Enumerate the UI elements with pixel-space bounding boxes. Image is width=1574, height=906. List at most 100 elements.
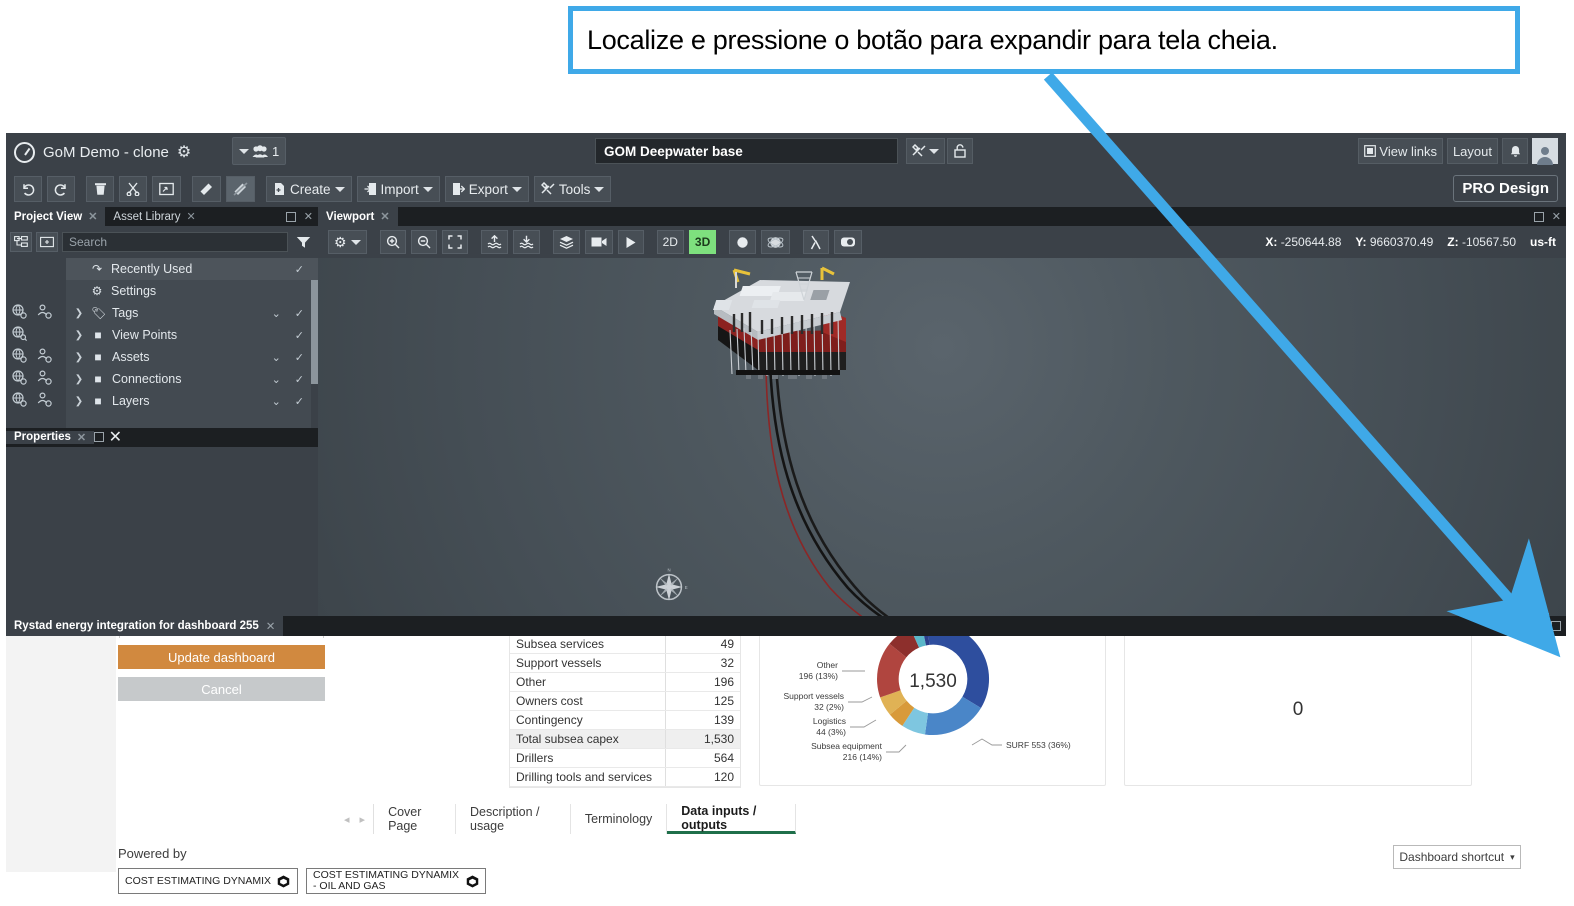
lambda-button[interactable] — [803, 230, 830, 254]
expand-all-icon[interactable]: ⌄ — [272, 351, 281, 364]
tree-structure-button[interactable] — [10, 232, 32, 252]
zoom-in-button[interactable] — [379, 230, 406, 254]
close-icon[interactable]: ✕ — [1552, 210, 1561, 223]
measure-button[interactable] — [192, 176, 221, 202]
viewport-settings-button[interactable]: ⚙ — [328, 230, 367, 254]
mode-2d-button[interactable]: 2D — [656, 230, 684, 254]
table-row[interactable]: Support vessels 32 — [510, 653, 740, 673]
close-icon[interactable]: ✕ — [380, 210, 389, 223]
close-icon[interactable]: ✕ — [109, 429, 122, 446]
globe-settings-icon[interactable] — [12, 347, 27, 363]
table-row[interactable]: Contingency 139 — [510, 710, 740, 730]
expand-all-icon[interactable]: ⌄ — [272, 307, 281, 320]
chevron-right-icon[interactable]: ❯ — [74, 308, 84, 319]
zoom-out-button[interactable] — [410, 230, 437, 254]
tab-viewport[interactable]: Viewport ✕ — [318, 207, 398, 226]
shading-xray-button[interactable] — [761, 230, 791, 254]
tree-item-tags[interactable]: ❯ 🏷 Tags ⌄ ✓ — [66, 302, 318, 324]
table-row[interactable]: Total subsea capex 1,530 — [510, 729, 740, 749]
chevron-right-icon[interactable]: ❯ — [74, 374, 84, 385]
sea-level-up-button[interactable] — [480, 230, 508, 254]
pro-design-badge[interactable]: PRO Design — [1453, 175, 1558, 202]
close-icon[interactable]: ✕ — [88, 210, 97, 223]
globe-settings-icon[interactable] — [12, 369, 27, 385]
tree-item-view-points[interactable]: ❯ ■ View Points ✓ — [66, 324, 318, 346]
lock-button[interactable] — [947, 138, 973, 164]
project-tools-button[interactable] — [906, 138, 945, 164]
restore-icon[interactable] — [1533, 211, 1544, 222]
table-row[interactable]: Stimulation20 — [510, 786, 740, 787]
paste-button[interactable] — [152, 176, 181, 202]
check-icon[interactable]: ✓ — [295, 307, 304, 320]
tab-project-view[interactable]: Project View ✕ — [6, 207, 106, 226]
table-row[interactable]: Drillers 564 — [510, 748, 740, 768]
chevron-right-icon[interactable]: ❯ — [74, 352, 84, 363]
collaborators-button[interactable]: 1 — [232, 137, 287, 165]
cancel-button[interactable]: Cancel — [118, 677, 325, 701]
update-dashboard-button[interactable]: Update dashboard — [118, 645, 325, 669]
filter-button[interactable] — [292, 232, 314, 252]
layers-button[interactable] — [552, 230, 580, 254]
globe-settings-icon[interactable] — [12, 303, 27, 319]
expand-all-icon[interactable]: ⌄ — [272, 373, 281, 386]
user-avatar-icon[interactable] — [1532, 138, 1558, 165]
maximize-button-highlight[interactable] — [1521, 613, 1549, 639]
tree-item-settings[interactable]: ⚙ Settings — [66, 280, 318, 302]
dashboard-shortcut-dropdown[interactable]: Dashboard shortcut ▾ — [1393, 845, 1521, 869]
mode-3d-button[interactable]: 3D — [688, 230, 717, 254]
view-links-button[interactable]: View links — [1358, 138, 1443, 164]
measure-off-button[interactable] — [226, 176, 255, 202]
person-settings-icon[interactable] — [37, 303, 52, 319]
check-icon[interactable]: ✓ — [295, 351, 304, 364]
tab-cover-page[interactable]: Cover Page — [374, 804, 457, 834]
tab-rystad-dashboard[interactable]: Rystad energy integration for dashboard … — [6, 616, 284, 636]
person-settings-icon[interactable] — [37, 369, 52, 385]
capsule-button[interactable] — [834, 230, 863, 254]
tree-item-layers[interactable]: ❯ ■ Layers ⌄ ✓ — [66, 390, 318, 412]
undo-button[interactable] — [14, 176, 42, 202]
project-name-field[interactable]: GOM Deepwater base — [595, 138, 898, 164]
next-arrow-icon[interactable]: ▸ — [360, 813, 366, 826]
redo-button[interactable] — [47, 176, 75, 202]
chevron-right-icon[interactable]: ❯ — [74, 330, 84, 341]
expand-all-icon[interactable]: ⌄ — [272, 395, 281, 408]
notifications-button[interactable] — [1502, 138, 1528, 164]
shading-solid-button[interactable] — [729, 230, 757, 254]
globe-search-icon[interactable] — [12, 325, 27, 341]
fit-screen-button[interactable] — [441, 230, 468, 254]
delete-button[interactable] — [86, 176, 114, 202]
check-icon[interactable]: ✓ — [295, 395, 304, 408]
tab-properties[interactable]: Properties ✕ — [6, 430, 95, 444]
add-folder-button[interactable] — [36, 232, 58, 252]
person-settings-icon[interactable] — [37, 391, 52, 407]
gear-icon[interactable]: ⚙ — [177, 142, 191, 162]
viewport-3d-scene[interactable]: N E — [318, 258, 1566, 616]
tree-item-assets[interactable]: ❯ ■ Assets ⌄ ✓ — [66, 346, 318, 368]
search-input[interactable]: Search — [62, 232, 288, 252]
sea-level-down-button[interactable] — [512, 230, 540, 254]
cut-button[interactable] — [119, 176, 147, 202]
tree-item-connections[interactable]: ❯ ■ Connections ⌄ ✓ — [66, 368, 318, 390]
globe-settings-icon[interactable] — [12, 391, 27, 407]
camera-button[interactable] — [584, 230, 613, 254]
create-button[interactable]: Create — [266, 176, 352, 202]
prev-arrow-icon[interactable]: ◂ — [344, 813, 350, 826]
play-button[interactable] — [617, 230, 644, 254]
tree-item-recently-used[interactable]: ↷ Recently Used ✓ — [66, 258, 318, 280]
chevron-right-icon[interactable]: ❯ — [74, 396, 84, 407]
compass-rose-icon[interactable]: N E — [648, 566, 690, 608]
tab-data-inputs-outputs[interactable]: Data inputs / outputs — [667, 804, 797, 834]
check-icon[interactable]: ✓ — [295, 373, 304, 386]
table-row[interactable]: Drilling tools and services 120 — [510, 767, 740, 787]
tab-terminology[interactable]: Terminology — [571, 804, 668, 834]
person-settings-icon[interactable] — [37, 347, 52, 363]
maximize-dashboard-icon[interactable] — [1551, 621, 1561, 631]
table-row[interactable]: Owners cost 125 — [510, 691, 740, 711]
powered-by-item-cost-estimating-dynamix-oil-and-gas[interactable]: COST ESTIMATING DYNAMIX - OIL AND GAS — [306, 868, 486, 894]
import-button[interactable]: Import — [356, 176, 440, 202]
check-icon[interactable]: ✓ — [295, 329, 304, 342]
table-row[interactable]: Subsea services 49 — [510, 635, 740, 654]
export-button[interactable]: Export — [444, 176, 529, 202]
tab-description-usage[interactable]: Description / usage — [456, 804, 571, 834]
close-icon[interactable]: ✕ — [266, 619, 276, 633]
